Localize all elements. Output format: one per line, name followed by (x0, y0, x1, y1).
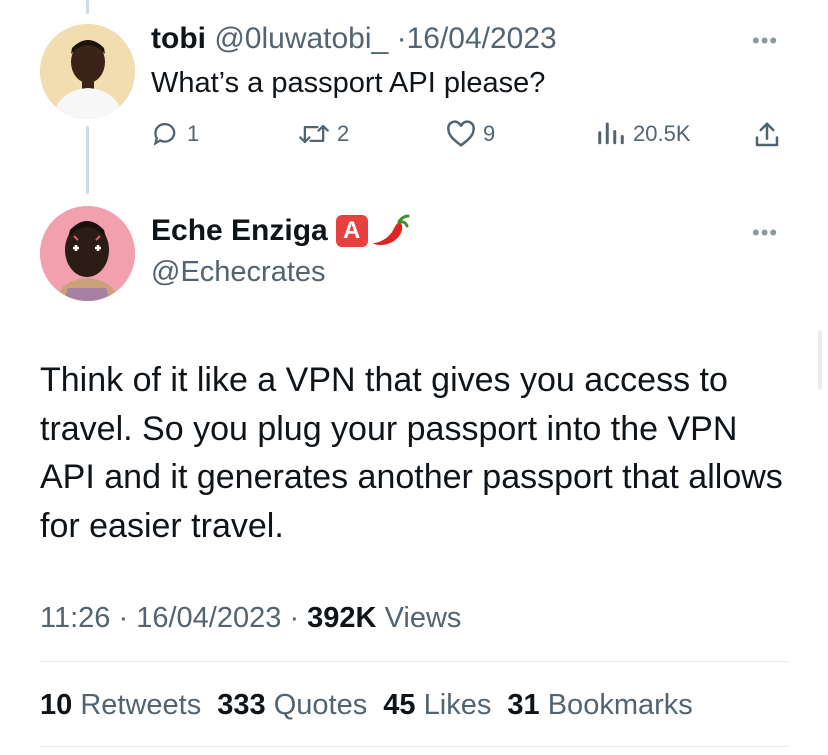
engagement-stats: 10 Retweets 333 Quotes 45 Likes 31 Bookm… (40, 686, 693, 724)
like-button[interactable]: 9 (446, 120, 495, 148)
heart-icon (447, 120, 475, 147)
tweet-text: What’s a passport API please? (151, 67, 546, 99)
avatar-tobi[interactable] (40, 24, 135, 119)
bookmarks-stat[interactable]: 31 Bookmarks (507, 689, 692, 721)
analytics-icon (598, 122, 624, 145)
tweet-date[interactable]: 16/04/2023 (407, 22, 557, 55)
views-count: 20.5K (633, 121, 691, 146)
reply-icon (153, 122, 176, 146)
a-button-badge: A (335, 215, 368, 247)
tweet-header-eche: Eche Enziga A (151, 212, 414, 250)
chili-pepper-emoji (372, 214, 410, 246)
reply-count: 1 (187, 121, 200, 146)
retweet-icon (299, 124, 329, 144)
more-icon[interactable]: ••• (752, 30, 778, 52)
stat-count: 31 (507, 689, 540, 721)
more-icon[interactable]: ••• (752, 222, 778, 244)
separator-dot: · (289, 602, 300, 634)
tweet-date[interactable]: 16/04/2023 (136, 602, 281, 634)
share-icon (755, 122, 779, 147)
likes-stat[interactable]: 45 Likes (383, 689, 491, 721)
author-name[interactable]: Eche Enziga (151, 212, 328, 250)
stat-label: Quotes (273, 689, 368, 721)
retweet-count: 2 (337, 121, 350, 146)
avatar-eche[interactable] (40, 206, 135, 301)
stat-count: 333 (217, 689, 266, 721)
separator-dot: · (118, 602, 129, 634)
quotes-stat[interactable]: 333 Quotes (217, 689, 367, 721)
author-handle[interactable]: @Echecrates (151, 254, 326, 290)
tweet-header-tobi: tobi @0luwatobi_ ·16/04/2023 (151, 21, 557, 57)
retweet-button[interactable]: 2 (298, 120, 349, 148)
stat-count: 10 (40, 689, 73, 721)
divider (40, 661, 788, 662)
tweet-meta: 11:26 · 16/04/2023 · 392K Views (40, 600, 461, 636)
thread-line-top (86, 0, 89, 14)
divider-bottom (40, 746, 788, 747)
separator-dot: · (396, 22, 407, 55)
badge-letter: A (343, 217, 361, 244)
stat-label: Bookmarks (547, 689, 693, 721)
retweets-stat[interactable]: 10 Retweets (40, 689, 201, 721)
views-count: 392K (307, 602, 377, 634)
tweet-body: Think of it like a VPN that gives you ac… (40, 361, 783, 545)
stat-label: Likes (423, 689, 492, 721)
scrollbar[interactable] (818, 330, 822, 390)
author-handle[interactable]: @0luwatobi_ (214, 22, 388, 55)
stat-label: Retweets (80, 689, 202, 721)
views-label: Views (384, 602, 462, 634)
stat-count: 45 (383, 689, 416, 721)
thread-line-middle (86, 126, 89, 194)
author-name[interactable]: tobi (151, 22, 206, 55)
like-count: 9 (483, 121, 496, 146)
share-button[interactable] (752, 120, 782, 150)
tweet-time[interactable]: 11:26 (40, 602, 110, 634)
views-button[interactable]: 20.5K (596, 120, 691, 148)
reply-button[interactable]: 1 (152, 120, 199, 148)
